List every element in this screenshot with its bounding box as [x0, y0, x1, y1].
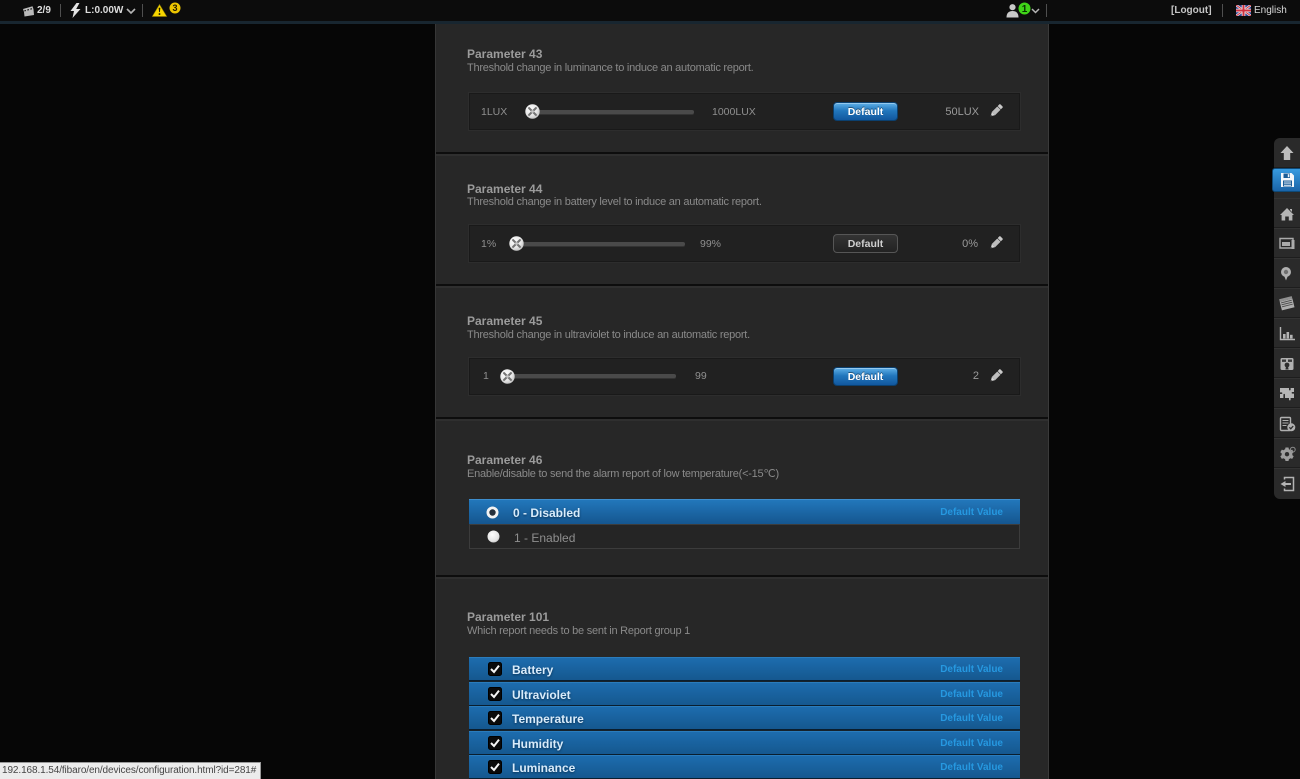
svg-text:3: 3 [172, 3, 177, 13]
svg-text:1: 1 [1022, 4, 1028, 15]
